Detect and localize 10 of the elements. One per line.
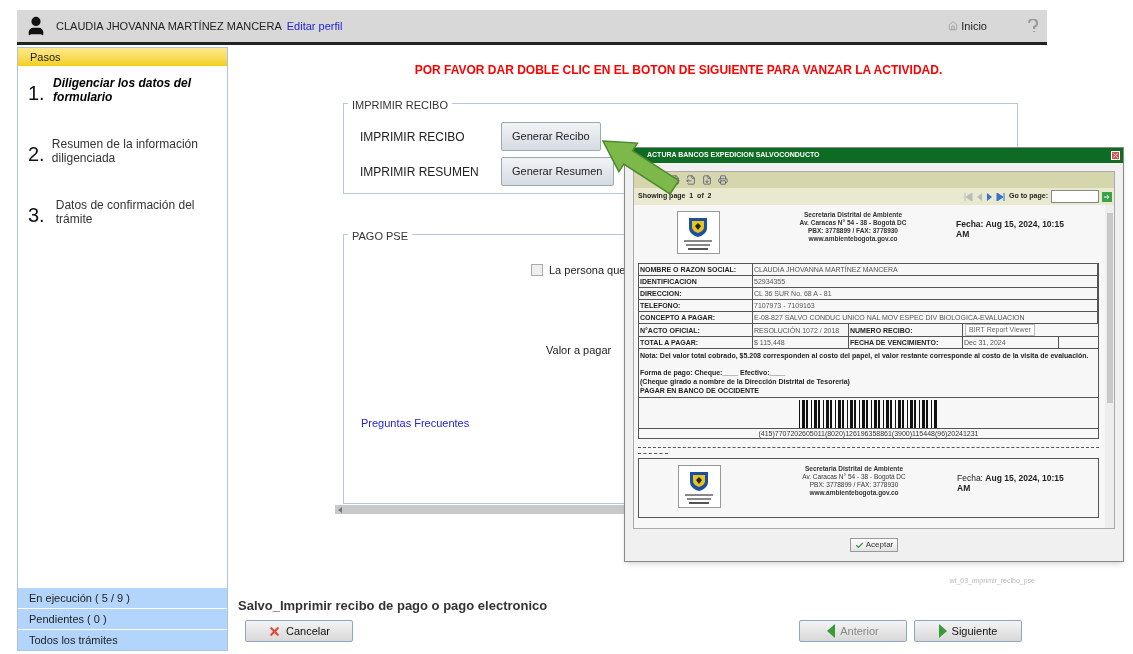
- value-label: Valor a pagar: [546, 342, 612, 358]
- checkbox-label: La persona que: [549, 263, 626, 278]
- user-name: CLAUDIA JHOVANNA MARTÍNEZ MANCERA: [56, 18, 282, 34]
- report-date: Fecha: Aug 15, 2024, 10:15 AM: [957, 473, 1065, 493]
- notice-text: POR FAVOR DAR DOBLE CLIC EN EL BOTON DE SIGUIENTE PARA VANZAR LA ACTIVIDAD.: [414, 62, 943, 79]
- page-title: Salvo_Imprimir recibo de pago o pago electronico: [238, 596, 549, 615]
- row-label: IMPRIMIR RESUMEN: [360, 163, 480, 181]
- steps-header: Pasos: [18, 48, 227, 66]
- row-label: IMPRIMIR RECIBO: [360, 128, 466, 146]
- report-date: Fecha: Aug 15, 2024, 10:15 AM: [956, 219, 1065, 239]
